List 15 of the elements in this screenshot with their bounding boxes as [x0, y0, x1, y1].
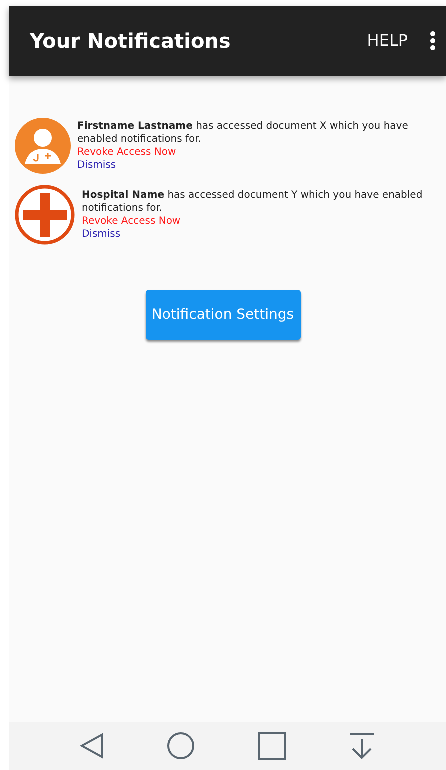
- help-button[interactable]: HELP: [367, 29, 408, 53]
- more-options-icon[interactable]: [430, 31, 436, 51]
- dismiss-link[interactable]: Dismiss: [77, 159, 116, 172]
- app-title: Your Notifications: [30, 28, 232, 55]
- dismiss-link[interactable]: Dismiss: [82, 228, 121, 241]
- back-icon[interactable]: [80, 733, 104, 759]
- medical-cross-icon: [15, 185, 76, 245]
- revoke-access-link[interactable]: Revoke Access Now: [82, 215, 181, 228]
- home-icon[interactable]: [167, 732, 196, 760]
- notification-text: Hospital Name has accessed document Y which you have enabled notifications for.: [82, 189, 424, 215]
- doctor-avatar-icon: [15, 118, 72, 174]
- download-icon[interactable]: [348, 732, 375, 760]
- recents-icon[interactable]: [258, 732, 286, 760]
- revoke-access-link[interactable]: Revoke Access Now: [77, 146, 176, 159]
- notification-text: Firstname Lastname has accessed document X which you have enabled notifications for.: [77, 120, 410, 146]
